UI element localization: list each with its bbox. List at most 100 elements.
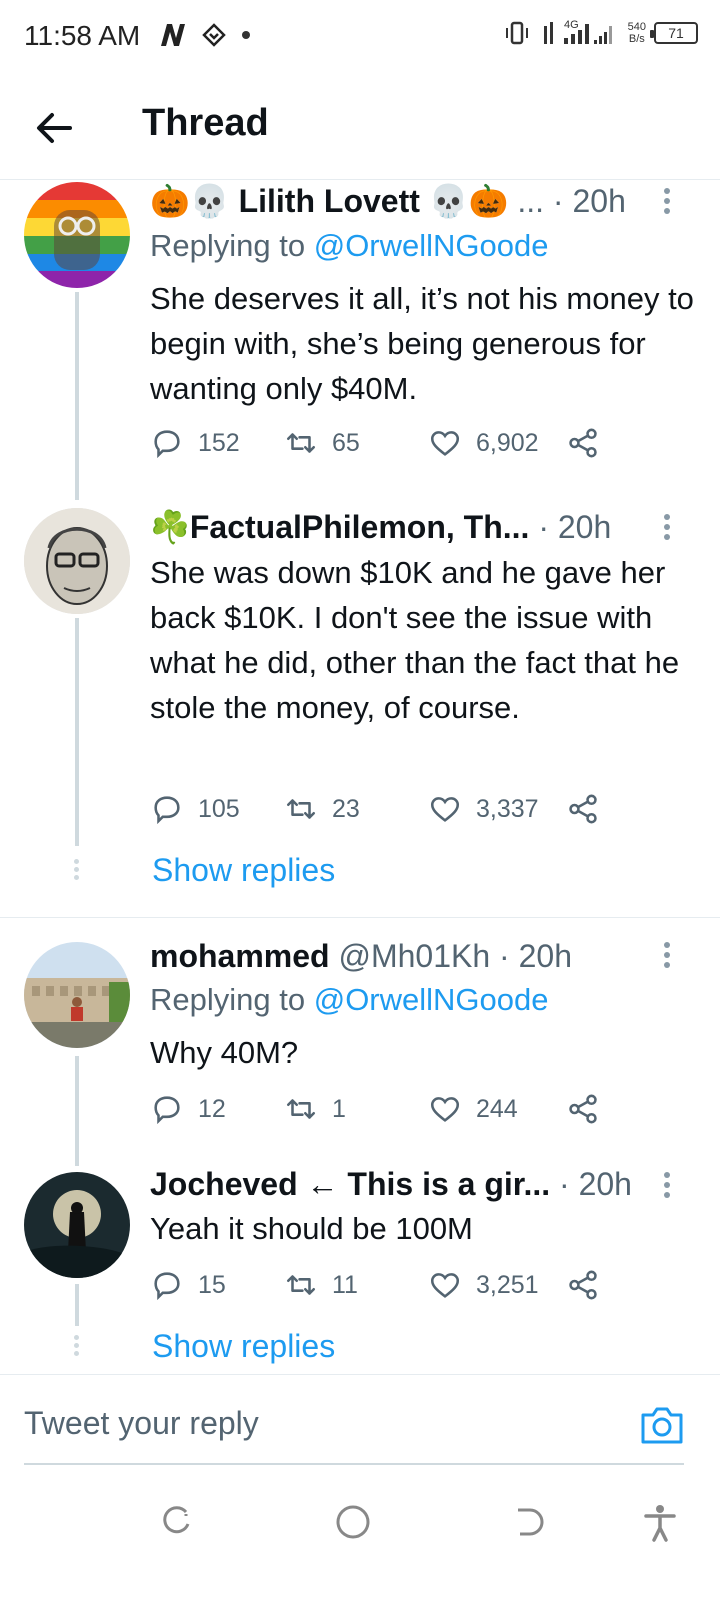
reply-count: 105	[198, 794, 240, 823]
retweet-button[interactable]: 11	[284, 1268, 358, 1302]
status-bar: 11:58 AM 4G 540 B/s 71	[0, 0, 720, 72]
retweet-button[interactable]: 23	[284, 792, 360, 826]
name-suffix-emoji: 💀🎃	[428, 183, 509, 219]
tweet-text: She deserves it all, it’s not his money …	[150, 281, 694, 406]
tweet-actions: 152 65 6,902	[150, 426, 620, 466]
like-button[interactable]: 6,902	[428, 426, 539, 460]
timestamp[interactable]: · 20h	[538, 509, 611, 546]
tweet-text: Why 40M?	[150, 1035, 299, 1070]
tweet-header: Jocheved ← This is a gir... · 20h	[150, 1166, 670, 1203]
accessibility-icon[interactable]	[640, 1502, 680, 1542]
avatar[interactable]	[24, 942, 130, 1048]
thread-divider	[0, 917, 720, 918]
display-name[interactable]: Lilith Lovett	[239, 183, 420, 220]
share-button[interactable]	[566, 1092, 600, 1126]
replying-label: Replying to	[150, 982, 306, 1017]
retweet-button[interactable]: 65	[284, 426, 360, 460]
tweet-header: ☘️ FactualPhilemon, Th... · 20h	[150, 508, 670, 546]
like-count: 3,251	[476, 1270, 539, 1299]
replying-handle-link[interactable]: @OrwellNGoode	[314, 982, 549, 1017]
share-icon	[569, 1270, 597, 1300]
back-icon[interactable]	[508, 1502, 548, 1542]
more-icon[interactable]	[662, 1172, 672, 1202]
show-replies-link[interactable]: Show replies	[152, 852, 335, 889]
name-prefix-emoji: ☘️	[150, 509, 190, 545]
tweet-actions: 12 1 244	[150, 1092, 620, 1132]
retweet-count: 65	[332, 428, 360, 457]
reply-button[interactable]: 105	[150, 792, 240, 826]
signal-icon: 4G	[543, 19, 612, 44]
tweet-actions: 105 23 3,337	[150, 792, 620, 832]
display-name[interactable]: FactualPhilemon, Th...	[190, 509, 530, 546]
like-count: 6,902	[476, 428, 539, 457]
display-name[interactable]: mohammed	[150, 938, 330, 975]
display-name[interactable]: Jocheved ← This is a gir...	[150, 1166, 550, 1203]
like-button[interactable]: 3,337	[428, 792, 539, 826]
retweet-count: 11	[332, 1270, 358, 1299]
reply-input[interactable]: Tweet your reply	[24, 1405, 259, 1442]
notification-icons	[158, 22, 252, 48]
app-diamond-icon	[202, 23, 226, 47]
retweet-count: 23	[332, 794, 360, 823]
back-arrow-icon[interactable]	[30, 104, 78, 152]
share-button[interactable]	[566, 1268, 600, 1302]
tweet-lilith[interactable]: 🎃💀 Lilith Lovett 💀🎃 ... · 20h Replying t…	[0, 180, 720, 500]
like-icon	[430, 1097, 460, 1122]
thread-dots	[72, 856, 80, 883]
reply-count: 12	[198, 1094, 226, 1123]
avatar[interactable]	[24, 1172, 130, 1278]
avatar[interactable]	[24, 508, 130, 614]
like-button[interactable]: 244	[428, 1092, 518, 1126]
retweet-icon	[286, 1099, 316, 1119]
share-icon	[569, 794, 597, 824]
replying-to: Replying to @OrwellNGoode	[150, 982, 549, 1018]
n-app-icon	[161, 24, 185, 46]
like-button[interactable]: 3,251	[428, 1268, 539, 1302]
tweet-factualphilemon[interactable]: ☘️ FactualPhilemon, Th... · 20h She was …	[0, 506, 720, 916]
like-icon	[430, 1273, 460, 1298]
handle[interactable]: @Mh01Kh	[338, 938, 490, 975]
reply-icon	[154, 1272, 180, 1301]
replying-to: Replying to @OrwellNGoode	[150, 228, 549, 264]
thread-line	[75, 618, 79, 846]
show-replies-link[interactable]: Show replies	[152, 1328, 335, 1365]
retweet-button[interactable]: 1	[284, 1092, 346, 1126]
network-speed: 540 B/s	[628, 21, 646, 45]
share-icon	[569, 1094, 597, 1124]
share-button[interactable]	[566, 792, 600, 826]
reply-icon	[154, 796, 180, 825]
timestamp[interactable]: · 20h	[559, 1166, 632, 1203]
reply-button[interactable]: 15	[150, 1268, 226, 1302]
page-title: Thread	[142, 102, 269, 144]
share-button[interactable]	[566, 426, 600, 460]
camera-icon[interactable]	[640, 1405, 684, 1445]
battery-icon: 71	[650, 22, 698, 44]
thread-line	[75, 292, 79, 500]
tweet-text: Yeah it should be 100M	[150, 1211, 473, 1246]
tweet-text: She was down $10K and he gave her back $…	[150, 555, 680, 725]
reply-button[interactable]: 152	[150, 426, 240, 460]
tweet-actions: 15 11 3,251	[150, 1268, 620, 1308]
reply-icon	[154, 430, 180, 459]
avatar[interactable]	[24, 182, 130, 288]
reply-icon	[154, 1096, 180, 1125]
battery-level: 71	[668, 25, 684, 41]
more-icon[interactable]	[662, 514, 672, 544]
thread-line	[75, 1056, 79, 1166]
reply-button[interactable]: 12	[150, 1092, 226, 1126]
tweet-mohammed[interactable]: mohammed @Mh01Kh · 20h Replying to @Orwe…	[0, 936, 720, 1166]
timestamp[interactable]: · 20h	[553, 183, 626, 220]
more-icon[interactable]	[662, 942, 672, 972]
tweet-header: 🎃💀 Lilith Lovett 💀🎃 ... · 20h	[150, 182, 670, 220]
network-speed-value: 540	[627, 21, 646, 33]
like-icon	[430, 797, 460, 822]
share-icon	[569, 428, 597, 458]
timestamp[interactable]: · 20h	[499, 938, 572, 975]
replying-handle-link[interactable]: @OrwellNGoode	[314, 228, 549, 263]
tweet-header: mohammed @Mh01Kh · 20h	[150, 938, 670, 975]
like-count: 244	[476, 1094, 518, 1123]
tweet-jocheved[interactable]: Jocheved ← This is a gir... · 20h Yeah i…	[0, 1166, 720, 1372]
home-icon[interactable]	[333, 1502, 373, 1542]
more-icon[interactable]	[662, 188, 672, 218]
recent-apps-icon[interactable]	[156, 1502, 196, 1542]
